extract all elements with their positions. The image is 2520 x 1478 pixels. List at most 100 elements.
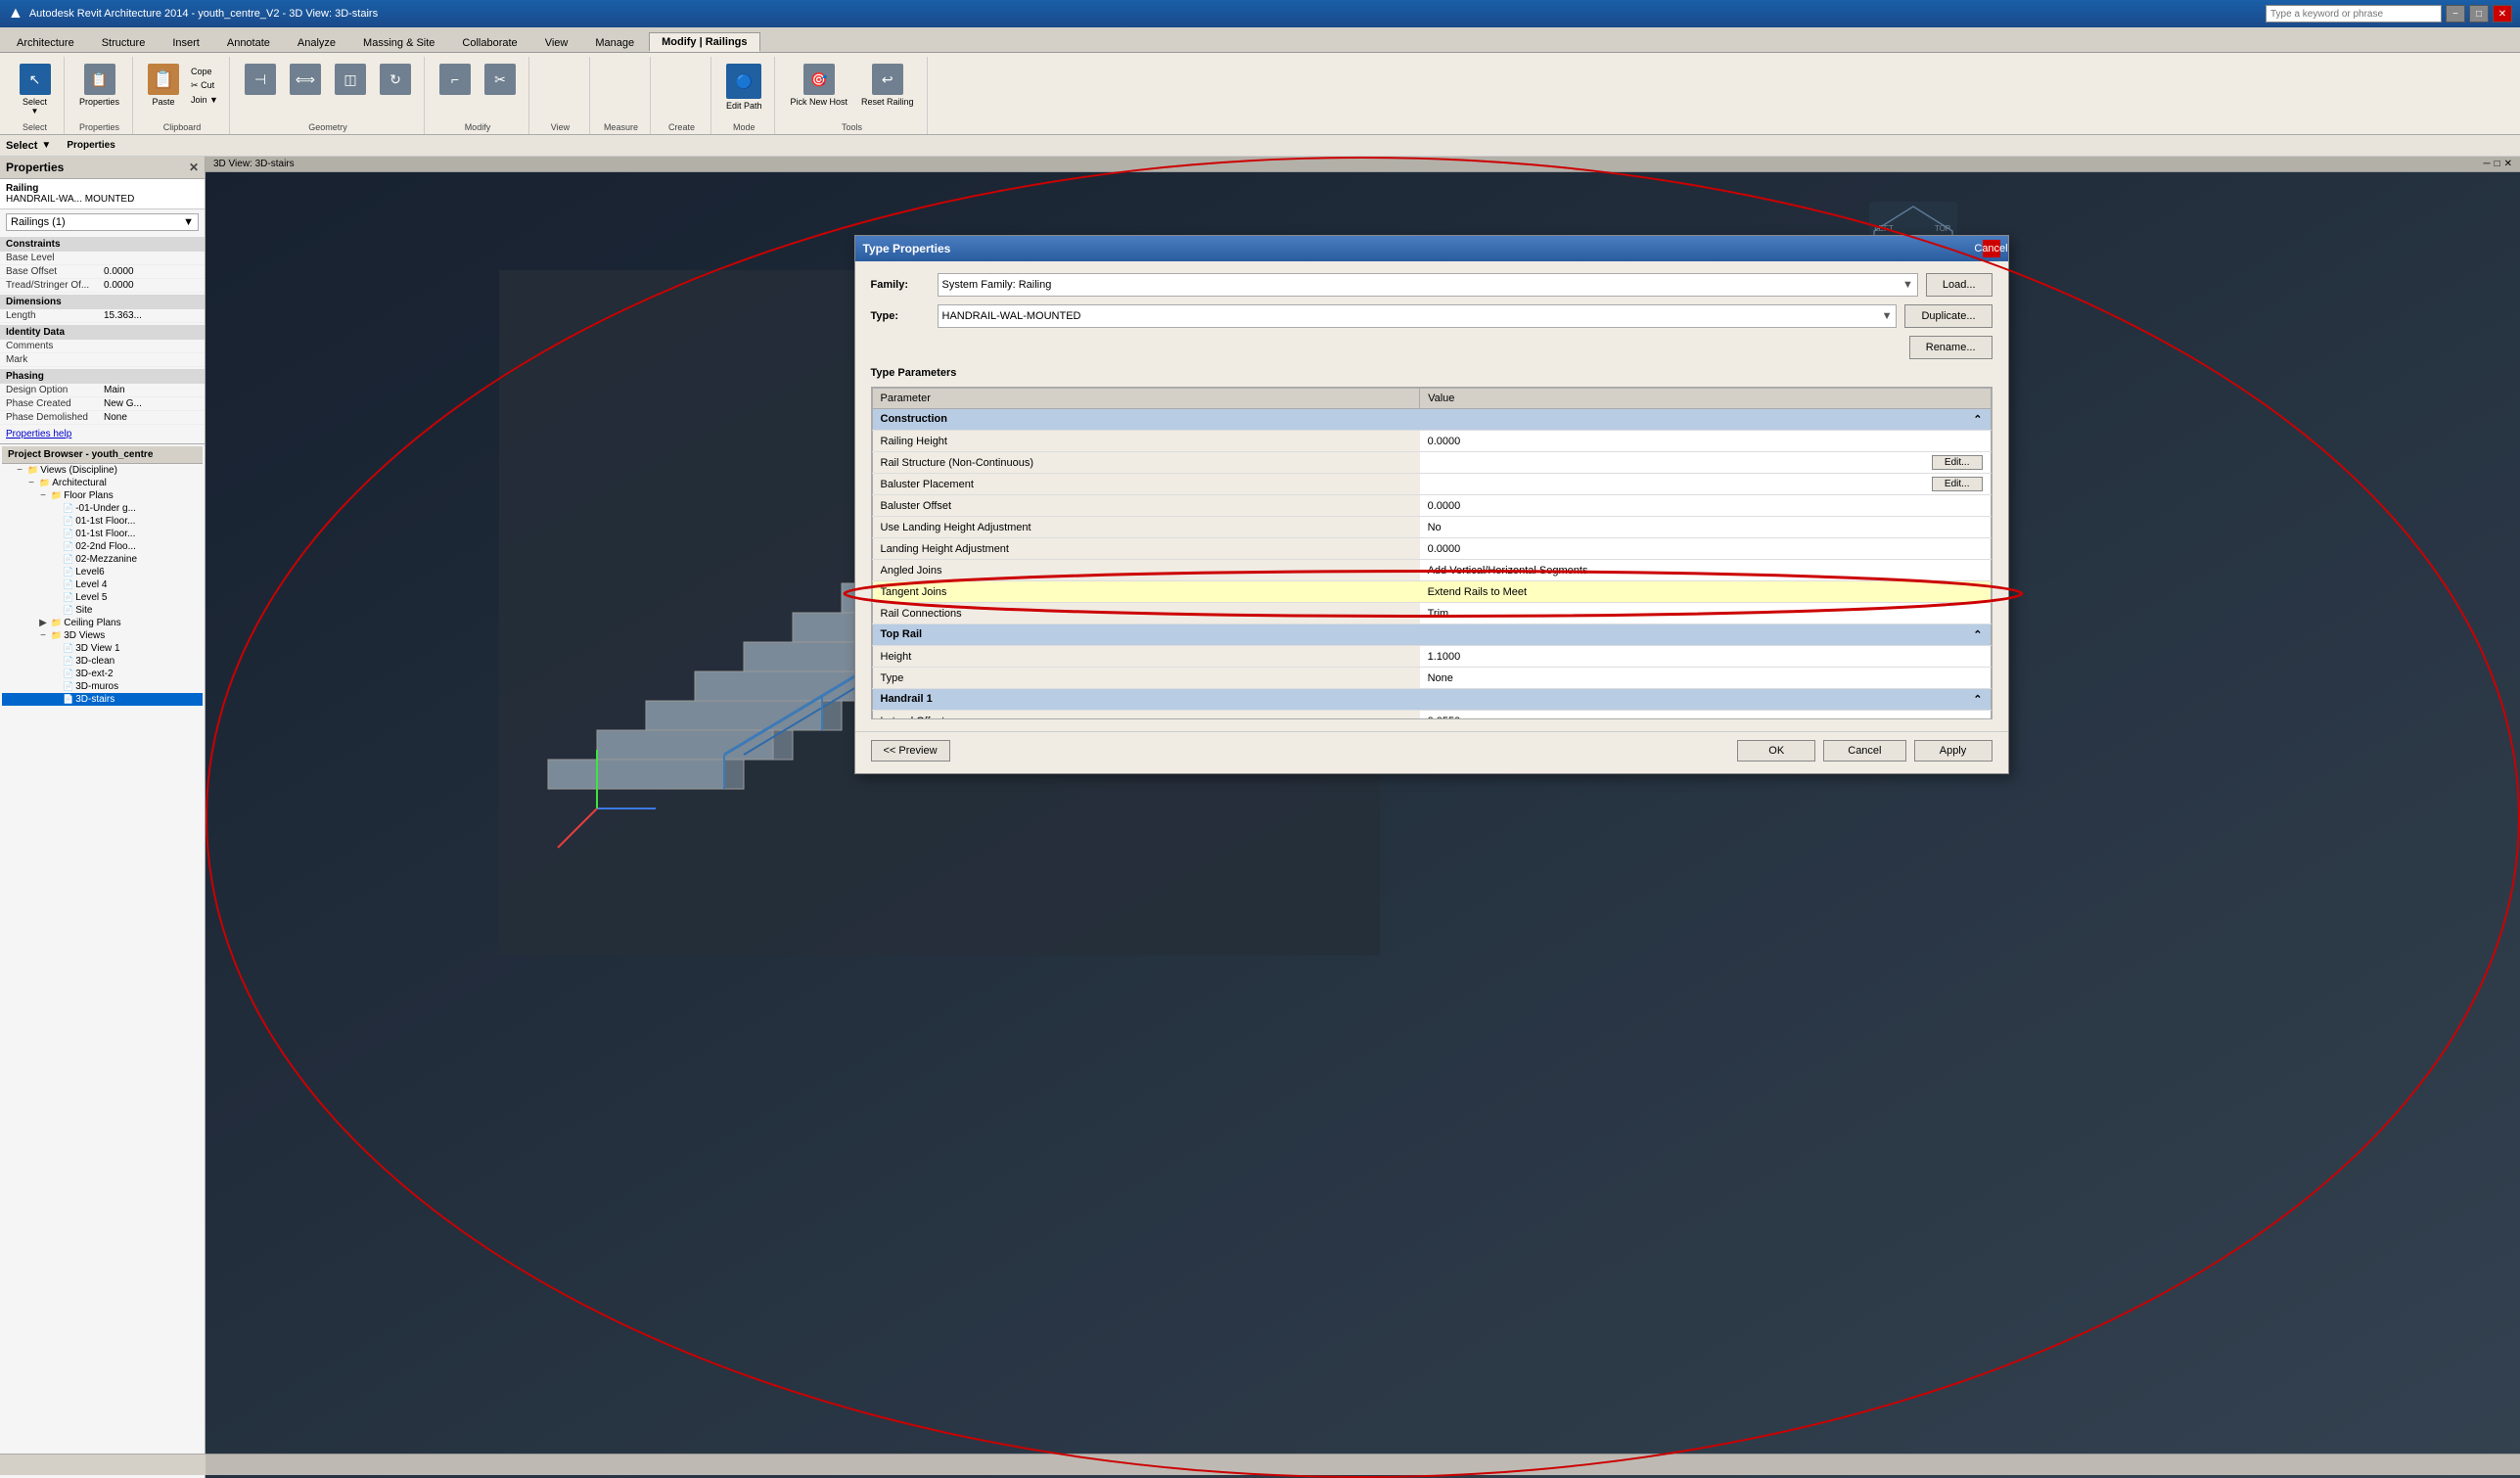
tab-massing[interactable]: Massing & Site	[350, 33, 447, 52]
tree-item-1stfloor-2[interactable]: 📄 01-1st Floor...	[2, 528, 203, 540]
value-baluster-offset[interactable]: 0.0000	[1420, 495, 1991, 517]
pick-new-host-button[interactable]: 🎯 Pick New Host	[785, 61, 852, 110]
tab-analyze[interactable]: Analyze	[285, 33, 348, 52]
ribbon: Architecture Structure Insert Annotate A…	[0, 27, 2520, 135]
tab-modify-railings[interactable]: Modify | Railings	[649, 32, 759, 52]
reset-railing-button[interactable]: ↩ Reset Railing	[856, 61, 919, 110]
tree-item-views-discipline[interactable]: − 📁 Views (Discipline)	[2, 464, 203, 477]
tab-manage[interactable]: Manage	[582, 33, 647, 52]
value-top-rail-height[interactable]: 1.1000	[1420, 646, 1991, 668]
rename-row: Rename...	[871, 336, 1993, 359]
preview-button[interactable]: << Preview	[871, 740, 950, 762]
tree-item-level5[interactable]: 📄 Level 5	[2, 591, 203, 604]
paste-button[interactable]: 📋 Paste	[143, 61, 184, 110]
construction-collapse-icon[interactable]: ⌃	[1973, 413, 1982, 426]
tree-item-mezzanine[interactable]: 📄 02-Mezzanine	[2, 553, 203, 566]
tree-item-3dmuros[interactable]: 📄 3D-muros	[2, 680, 203, 693]
tree-item-ceiling-plans[interactable]: ▶ 📁 Ceiling Plans	[2, 617, 203, 629]
tree-item-level6[interactable]: 📄 Level6	[2, 566, 203, 578]
properties-help-link[interactable]: Properties help	[0, 425, 205, 443]
trim-icon: ⌐	[439, 64, 471, 95]
tree-item-3dclean[interactable]: 📄 3D-clean	[2, 655, 203, 668]
tab-insert[interactable]: Insert	[160, 33, 212, 52]
maximize-button[interactable]: □	[2469, 5, 2489, 23]
tree-item-site[interactable]: 📄 Site	[2, 604, 203, 617]
mirror-icon: ◫	[335, 64, 366, 95]
family-label: Family:	[871, 279, 930, 291]
row-landing-height: Landing Height Adjustment 0.0000	[872, 538, 1991, 560]
mode-group-label: Mode	[733, 122, 756, 134]
split-button[interactable]: ✂	[480, 61, 521, 100]
tab-architecture[interactable]: Architecture	[4, 33, 87, 52]
ribbon-group-properties: 📋 Properties Properties	[67, 57, 133, 134]
tab-view[interactable]: View	[532, 33, 581, 52]
join-button[interactable]: Join ▼	[188, 94, 221, 106]
phasing-section: Phasing	[0, 369, 205, 384]
rotate-button[interactable]: ↻	[375, 61, 416, 100]
properties-close-button[interactable]: ✕	[189, 161, 199, 174]
construction-section-row: Construction ⌃	[872, 409, 1991, 431]
rail-structure-edit-button[interactable]: Edit...	[1932, 455, 1983, 470]
select-button[interactable]: ↖ Select ▼	[15, 61, 56, 118]
param-rail-structure: Rail Structure (Non-Continuous)	[872, 452, 1420, 474]
rename-button[interactable]: Rename...	[1909, 336, 1993, 359]
project-browser-title: Project Browser - youth_centre	[2, 446, 203, 464]
tree-item-2ndfloor[interactable]: 📄 02-2nd Floo...	[2, 540, 203, 553]
type-select[interactable]: HANDRAIL-WAL-MOUNTED ▼	[938, 304, 1898, 328]
family-select[interactable]: System Family: Railing ▼	[938, 273, 1918, 297]
value-tangent-joins[interactable]: Extend Rails to Meet	[1420, 581, 1991, 603]
search-input[interactable]	[2266, 5, 2442, 23]
tree-item-3dext2[interactable]: 📄 3D-ext-2	[2, 668, 203, 680]
offset-button[interactable]: ⟺	[285, 61, 326, 100]
value-lateral-offset[interactable]: 0.0550	[1420, 711, 1991, 720]
ok-button[interactable]: OK	[1737, 740, 1815, 762]
properties-dropdown[interactable]: Railings (1) ▼	[6, 213, 199, 231]
tree-item-level4[interactable]: 📄 Level 4	[2, 578, 203, 591]
edit-path-button[interactable]: 🔵 Edit Path	[721, 61, 767, 114]
tree-item-1stfloor-1[interactable]: 📄 01-1st Floor...	[2, 515, 203, 528]
tab-annotate[interactable]: Annotate	[214, 33, 283, 52]
top-rail-collapse-icon[interactable]: ⌃	[1973, 628, 1982, 641]
value-use-landing[interactable]: No	[1420, 517, 1991, 538]
value-landing-height[interactable]: 0.0000	[1420, 538, 1991, 560]
load-button[interactable]: Load...	[1926, 273, 1993, 297]
cut-button[interactable]: ✂ Cut	[188, 79, 221, 92]
duplicate-button[interactable]: Duplicate...	[1904, 304, 1992, 328]
cope-button[interactable]: Cope	[188, 66, 221, 77]
tree-item-b1[interactable]: 📄 -01-Under g...	[2, 502, 203, 515]
close-button[interactable]: ✕	[2493, 5, 2512, 23]
prop-length: Length 15.363...	[0, 309, 205, 323]
dialog-close-button[interactable]: Cancel	[1983, 240, 2000, 257]
align-button[interactable]: ⊣	[240, 61, 281, 100]
value-top-rail-type[interactable]: None	[1420, 668, 1991, 689]
tree-item-floor-plans[interactable]: − 📁 Floor Plans	[2, 489, 203, 502]
project-browser: Project Browser - youth_centre − 📁 Views…	[0, 443, 205, 1478]
handrail1-collapse-icon[interactable]: ⌃	[1973, 693, 1982, 706]
ribbon-group-view: View	[531, 57, 590, 134]
tab-collaborate[interactable]: Collaborate	[449, 33, 529, 52]
select-group-buttons: ↖ Select ▼	[15, 57, 56, 122]
clipboard-small-btns: Cope ✂ Cut Join ▼	[188, 66, 221, 106]
tree-item-architectural[interactable]: − 📁 Architectural	[2, 477, 203, 489]
mirror-button[interactable]: ◫	[330, 61, 371, 100]
rotate-icon: ↻	[380, 64, 411, 95]
tree-item-3dview1[interactable]: 📄 3D View 1	[2, 642, 203, 655]
value-railing-height[interactable]: 0.0000	[1420, 431, 1991, 452]
baluster-placement-edit-button[interactable]: Edit...	[1932, 477, 1983, 491]
title-bar-right: − □ ✕	[2266, 5, 2512, 23]
apply-button[interactable]: Apply	[1914, 740, 1993, 762]
type-properties-dialog: Type Properties Cancel Family: System Fa…	[854, 235, 2009, 774]
minimize-button[interactable]: −	[2446, 5, 2465, 23]
tab-structure[interactable]: Structure	[89, 33, 159, 52]
value-rail-connections[interactable]: Trim	[1420, 603, 1991, 624]
cancel-button[interactable]: Cancel	[1823, 740, 1905, 762]
value-angled-joins[interactable]: Add Vertical/Horizontal Segments	[1420, 560, 1991, 581]
clipboard-group-label: Clipboard	[163, 122, 202, 134]
row-top-rail-height: Height 1.1000	[872, 646, 1991, 668]
reset-railing-icon: ↩	[872, 64, 903, 95]
properties-button[interactable]: 📋 Properties	[74, 61, 124, 110]
dialog-footer: << Preview OK Cancel Apply	[855, 731, 2008, 773]
trim-button[interactable]: ⌐	[435, 61, 476, 100]
tree-item-3dstairs[interactable]: 📄 3D-stairs	[2, 693, 203, 706]
tree-item-3d-views[interactable]: − 📁 3D Views	[2, 629, 203, 642]
